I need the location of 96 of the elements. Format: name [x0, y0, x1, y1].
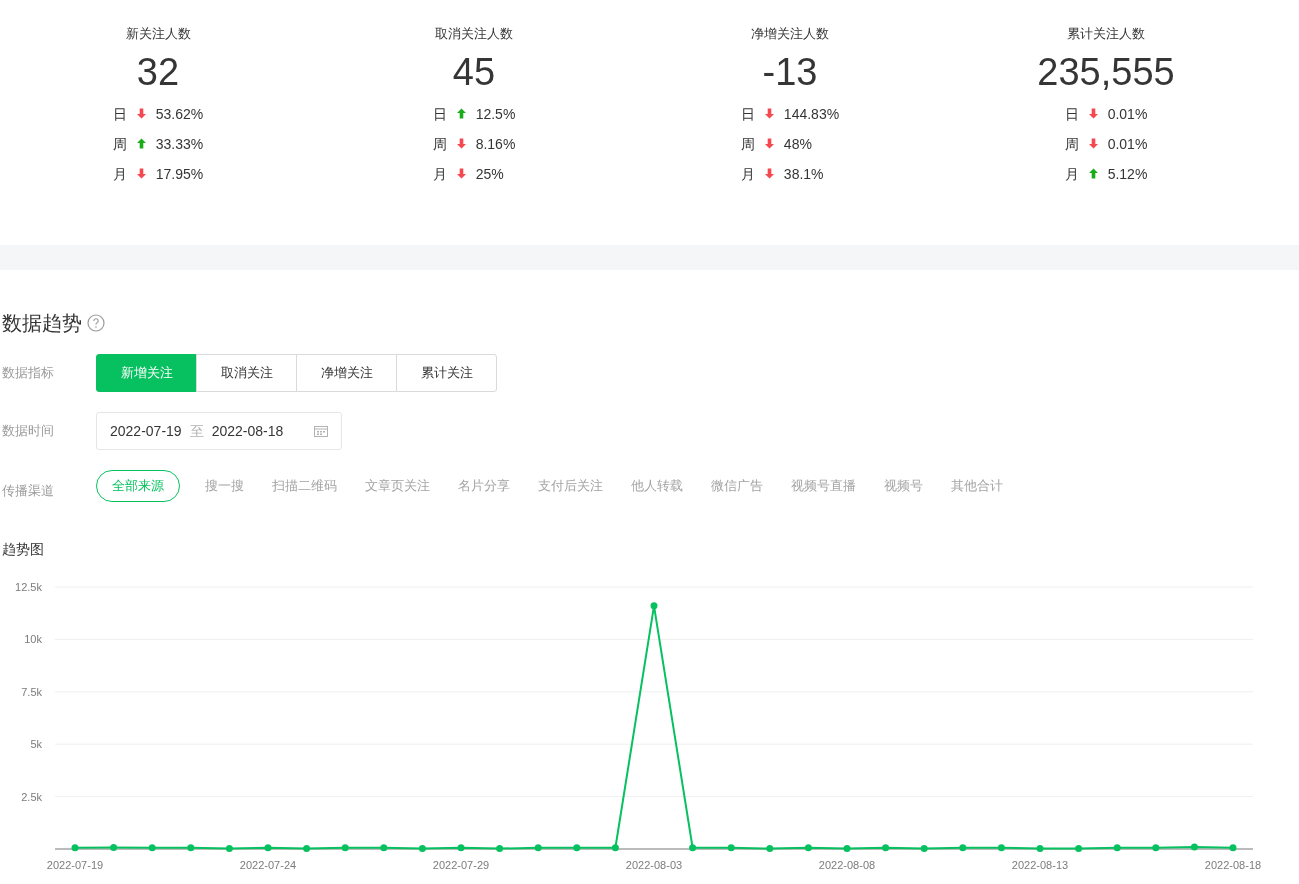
data-point — [496, 845, 504, 853]
data-point — [689, 844, 697, 852]
data-point — [1152, 844, 1160, 852]
period-label: 周 — [1064, 134, 1079, 154]
period-label: 日 — [1064, 104, 1079, 124]
field-label: 数据指标 — [1, 364, 55, 383]
data-point — [766, 845, 774, 853]
data-point — [303, 845, 311, 853]
change-percent: 25% — [475, 164, 504, 184]
data-point — [534, 844, 542, 852]
x-tick-label: 2022-07-29 — [432, 859, 490, 871]
y-tick-label: 10k — [24, 633, 42, 646]
change-percent: 8.16% — [475, 134, 516, 154]
change-percent: 0.01% — [1107, 134, 1148, 154]
y-tick-label: 12.5k — [15, 581, 42, 593]
change-percent: 144.83% — [783, 104, 840, 124]
data-point — [650, 602, 658, 610]
data-point — [187, 844, 195, 852]
period-label: 日 — [112, 104, 127, 124]
channel-option[interactable]: 文章页关注 — [362, 470, 433, 502]
period-label: 周 — [112, 134, 127, 154]
period-label: 月 — [1064, 164, 1079, 184]
data-point — [843, 845, 851, 853]
help-icon[interactable] — [87, 314, 105, 332]
date-range-picker[interactable]: 2022-07-19 至 2022-08-18 — [96, 412, 342, 450]
channel-option[interactable]: 微信广告 — [708, 470, 766, 502]
data-point — [920, 845, 928, 853]
change-percent: 12.5% — [475, 104, 516, 124]
change-percent: 17.95% — [155, 164, 204, 184]
change-percent: 0.01% — [1107, 104, 1148, 124]
section-title: 数据趋势 — [2, 311, 82, 336]
metric-tab[interactable]: 新增关注 — [96, 354, 197, 392]
y-tick-label: 2.5k — [21, 790, 42, 803]
x-tick-label: 2022-07-24 — [239, 859, 297, 871]
stat-value: 45 — [452, 49, 496, 94]
period-label: 月 — [740, 164, 755, 184]
data-point — [1075, 845, 1083, 853]
data-point — [71, 844, 79, 852]
data-point — [804, 844, 812, 852]
metric-tab[interactable]: 取消关注 — [196, 354, 297, 392]
data-point — [418, 845, 426, 853]
channel-option[interactable]: 视频号 — [881, 470, 926, 502]
period-label: 月 — [432, 164, 447, 184]
change-percent: 33.33% — [155, 134, 204, 154]
data-point — [1190, 843, 1198, 851]
period-label: 日 — [740, 104, 755, 124]
change-percent: 48% — [783, 134, 812, 154]
y-tick-label: 7.5k — [21, 685, 42, 698]
y-tick-label: 5k — [30, 738, 42, 751]
data-point — [264, 844, 272, 852]
chart-title: 趋势图 — [2, 540, 45, 559]
calendar-icon — [314, 425, 328, 437]
channel-option[interactable]: 其他合计 — [948, 470, 1006, 502]
x-tick-label: 2022-08-13 — [1011, 859, 1069, 871]
data-point — [959, 844, 967, 852]
data-point — [1036, 845, 1044, 853]
data-point — [380, 844, 388, 852]
data-point — [457, 844, 465, 852]
channel-option[interactable]: 扫描二维码 — [269, 470, 340, 502]
x-tick-label: 2022-08-03 — [625, 859, 683, 871]
stat-value: 32 — [136, 49, 180, 94]
stat-title: 新关注人数 — [125, 25, 191, 43]
stat-value: 235,555 — [1037, 49, 1175, 94]
data-point — [882, 844, 890, 852]
data-point — [611, 844, 619, 852]
stat-title: 累计关注人数 — [1067, 25, 1145, 43]
change-percent: 5.12% — [1107, 164, 1148, 184]
data-point — [573, 844, 581, 852]
channel-option[interactable]: 视频号直播 — [788, 470, 859, 502]
stat-value: -13 — [762, 49, 818, 94]
channel-option[interactable]: 名片分享 — [455, 470, 513, 502]
channel-option[interactable]: 支付后关注 — [535, 470, 606, 502]
data-point — [225, 845, 233, 853]
field-label: 数据时间 — [1, 422, 55, 441]
metric-tab[interactable]: 净增关注 — [296, 354, 397, 392]
data-point — [1229, 844, 1237, 852]
stat-title: 净增关注人数 — [751, 25, 829, 43]
channel-option[interactable]: 他人转载 — [628, 470, 686, 502]
period-label: 周 — [740, 134, 755, 154]
period-label: 月 — [112, 164, 127, 184]
change-percent: 38.1% — [783, 164, 824, 184]
field-label: 传播渠道 — [1, 482, 55, 501]
x-tick-label: 2022-07-19 — [46, 859, 104, 871]
data-point — [110, 844, 118, 852]
data-point — [341, 844, 349, 852]
change-percent: 53.62% — [155, 104, 204, 124]
metric-tab[interactable]: 累计关注 — [396, 354, 497, 392]
period-label: 日 — [432, 104, 447, 124]
x-tick-label: 2022-08-08 — [818, 859, 876, 871]
period-label: 周 — [432, 134, 447, 154]
data-point — [997, 844, 1005, 852]
data-point — [148, 844, 156, 852]
data-point — [1113, 844, 1121, 852]
x-tick-label: 2022-08-18 — [1204, 859, 1262, 871]
stat-title: 取消关注人数 — [435, 25, 513, 43]
data-point — [727, 844, 735, 852]
